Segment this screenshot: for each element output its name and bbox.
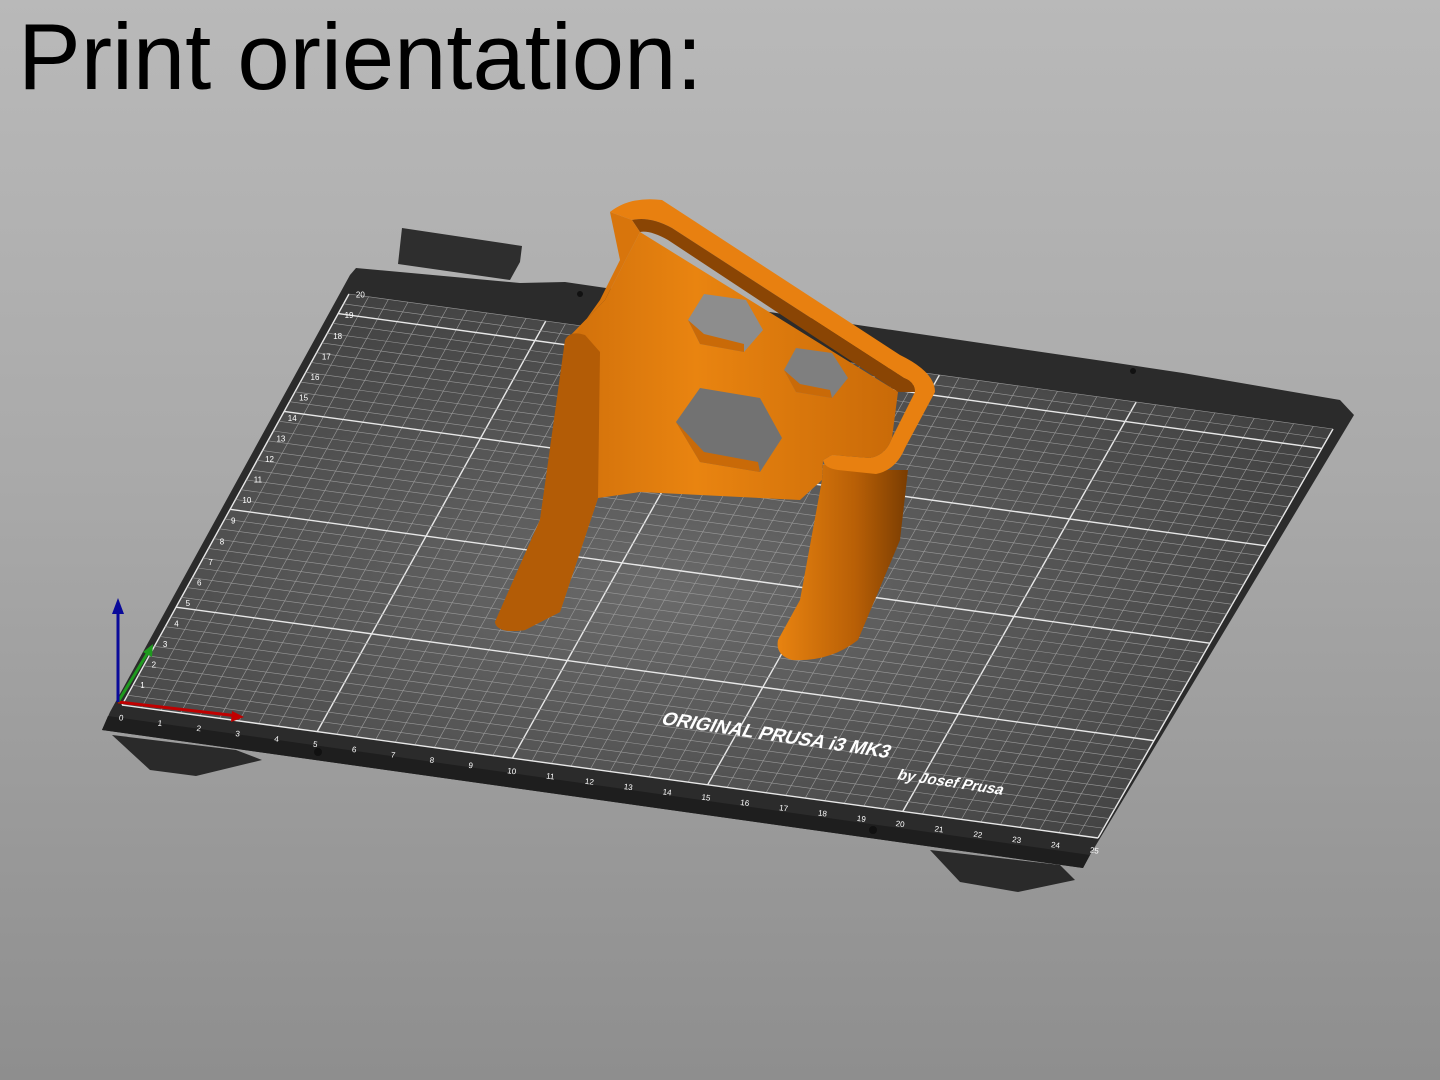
y-tick-label: 5 [186, 599, 191, 608]
x-tick-label: 14 [662, 787, 673, 797]
y-tick-label: 13 [276, 435, 285, 444]
x-tick-label: 24 [1050, 840, 1061, 850]
y-tick-label: 19 [345, 311, 354, 320]
y-tick-label: 14 [288, 414, 297, 423]
x-tick-label: 15 [701, 793, 712, 803]
y-tick-label: 16 [311, 373, 320, 382]
y-tick-label: 15 [299, 393, 308, 402]
y-tick-label: 12 [265, 455, 274, 464]
y-tick-label: 4 [174, 619, 179, 628]
y-tick-label: 7 [208, 558, 213, 567]
x-tick-label: 13 [623, 782, 634, 792]
bed-screw [869, 826, 877, 834]
x-tick-label: 22 [973, 830, 984, 840]
x-tick-label: 10 [507, 766, 518, 776]
y-tick-label: 20 [356, 291, 365, 300]
x-tick-label: 19 [856, 814, 867, 824]
bed-screw [1130, 368, 1136, 374]
y-tick-label: 1 [140, 681, 145, 690]
y-tick-label: 10 [242, 496, 251, 505]
y-tick-label: 2 [152, 661, 157, 670]
x-tick-label: 18 [817, 808, 828, 818]
x-tick-label: 25 [1089, 846, 1100, 856]
y-tick-label: 9 [231, 517, 236, 526]
y-tick-label: 11 [254, 476, 263, 485]
x-tick-label: 23 [1012, 835, 1023, 845]
y-tick-label: 6 [197, 578, 202, 587]
y-tick-label: 8 [220, 537, 225, 546]
axis-z-arrow [112, 598, 124, 614]
x-tick-label: 12 [584, 777, 595, 787]
x-tick-label: 16 [740, 798, 751, 808]
x-tick-label: 17 [779, 803, 790, 813]
x-tick-label: 20 [895, 819, 906, 829]
3d-viewport[interactable]: 0123456789101112131415161718192021222324… [0, 0, 1440, 1080]
bed-screw [314, 748, 322, 756]
x-tick-label: 21 [934, 824, 945, 834]
y-tick-label: 3 [163, 640, 168, 649]
bed-back-tab [398, 228, 522, 280]
y-tick-label: 17 [322, 352, 331, 361]
bed-screw [577, 291, 583, 297]
y-tick-label: 18 [333, 332, 342, 341]
